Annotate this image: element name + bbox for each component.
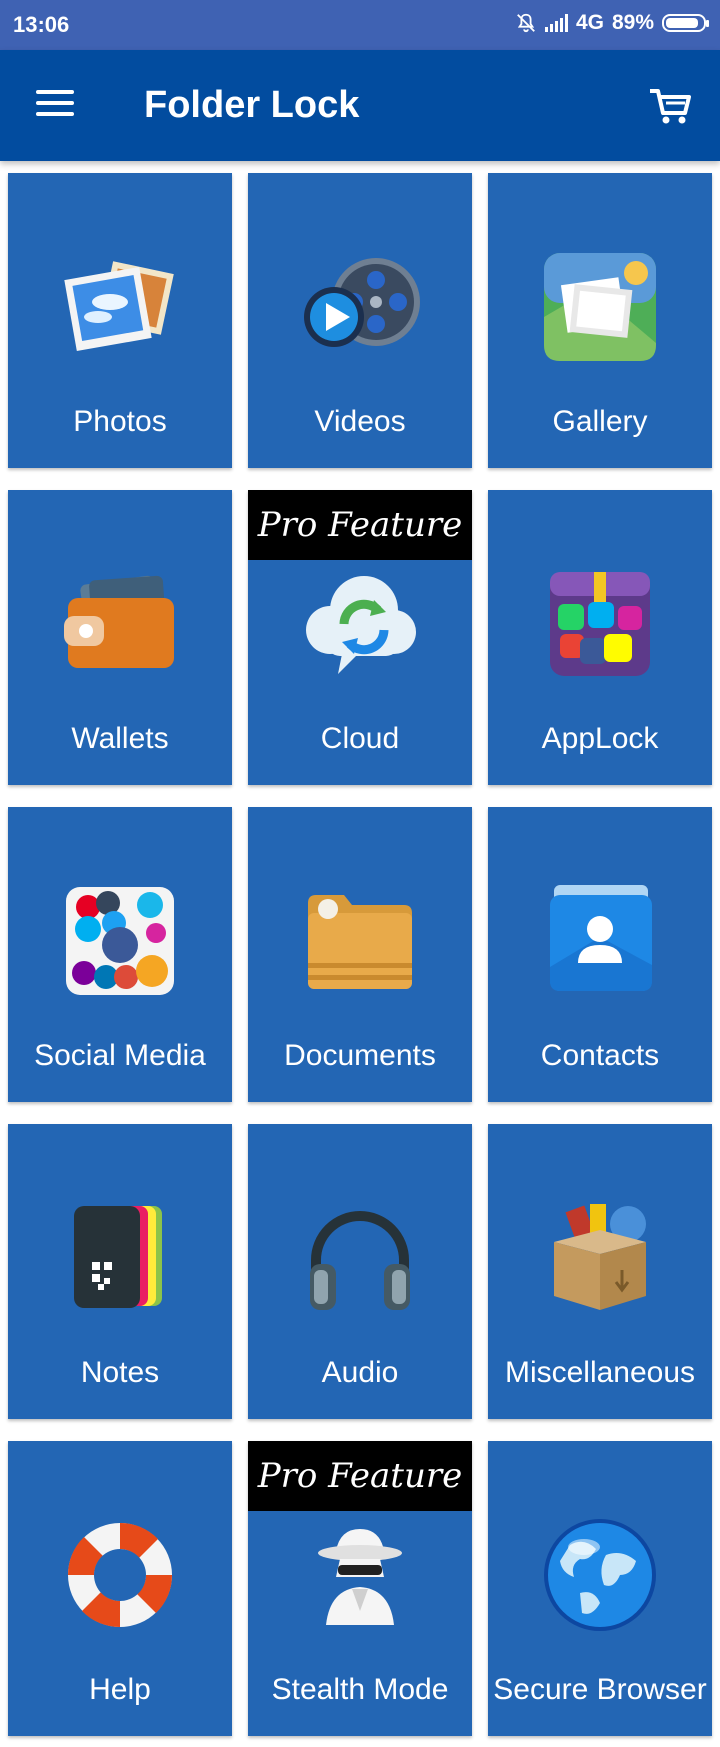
tile-label: Miscellaneous bbox=[504, 1356, 696, 1389]
tile-contacts[interactable]: Contacts bbox=[488, 807, 712, 1102]
box-icon bbox=[540, 1198, 660, 1318]
cart-icon[interactable] bbox=[648, 86, 692, 126]
tile-label: AppLock bbox=[541, 722, 659, 755]
wallet-icon bbox=[60, 564, 180, 684]
battery-icon bbox=[662, 14, 709, 32]
battery-percent: 89% bbox=[611, 11, 654, 34]
tile-audio[interactable]: Audio bbox=[248, 1124, 472, 1419]
tile-label: Contacts bbox=[540, 1039, 660, 1072]
tile-label: Audio bbox=[321, 1356, 399, 1389]
cloud-sync-icon bbox=[300, 564, 420, 684]
tile-label: Videos bbox=[314, 405, 406, 438]
lifebuoy-icon bbox=[60, 1515, 180, 1635]
tile-videos[interactable]: Videos bbox=[248, 173, 472, 468]
status-icons: 4G 89% bbox=[515, 11, 709, 35]
menu-icon[interactable] bbox=[36, 90, 74, 120]
tile-cloud[interactable]: Pro Feature Cloud bbox=[248, 490, 472, 785]
headphones-icon bbox=[300, 1198, 420, 1318]
status-time: 13:06 bbox=[13, 12, 70, 37]
globe-icon bbox=[540, 1515, 660, 1635]
page-title: Folder Lock bbox=[144, 84, 360, 126]
contacts-icon bbox=[540, 881, 660, 1001]
notes-icon bbox=[60, 1198, 180, 1318]
tile-notes[interactable]: Notes bbox=[8, 1124, 232, 1419]
tile-label: Cloud bbox=[320, 722, 400, 755]
tile-label: Notes bbox=[80, 1356, 160, 1389]
signal-icon bbox=[544, 14, 568, 32]
pro-feature-badge: Pro Feature bbox=[248, 490, 472, 560]
tile-gallery[interactable]: Gallery bbox=[488, 173, 712, 468]
feature-grid: Photos Videos Gallery Wallets Pro Featur… bbox=[8, 173, 712, 1736]
tile-label: Stealth Mode bbox=[271, 1673, 449, 1706]
tile-label: Photos bbox=[73, 405, 167, 438]
pro-feature-badge: Pro Feature bbox=[248, 1441, 472, 1511]
tile-applock[interactable]: AppLock bbox=[488, 490, 712, 785]
tile-label: Gallery bbox=[552, 405, 648, 438]
tile-label: Secure Browser bbox=[493, 1673, 707, 1706]
spy-icon bbox=[300, 1515, 420, 1635]
bell-off-icon bbox=[517, 13, 535, 33]
tile-documents[interactable]: Documents bbox=[248, 807, 472, 1102]
tile-stealth-mode[interactable]: Pro Feature Stealth Mode bbox=[248, 1441, 472, 1736]
applock-icon bbox=[540, 564, 660, 684]
tile-label: Documents bbox=[284, 1039, 436, 1072]
social-media-icon bbox=[60, 881, 180, 1001]
tile-label: Wallets bbox=[71, 722, 169, 755]
tile-help[interactable]: Help bbox=[8, 1441, 232, 1736]
tile-secure-browser[interactable]: Secure Browser bbox=[488, 1441, 712, 1736]
tile-label: Social Media bbox=[34, 1039, 206, 1072]
network-type: 4G bbox=[575, 11, 604, 34]
videos-icon bbox=[300, 247, 420, 367]
tile-wallets[interactable]: Wallets bbox=[8, 490, 232, 785]
status-bar: 13:06 4G 89% bbox=[0, 0, 720, 50]
folder-icon bbox=[300, 881, 420, 1001]
gallery-icon bbox=[540, 247, 660, 367]
tile-photos[interactable]: Photos bbox=[8, 173, 232, 468]
tile-label: Help bbox=[89, 1673, 151, 1706]
tile-miscellaneous[interactable]: Miscellaneous bbox=[488, 1124, 712, 1419]
tile-social-media[interactable]: Social Media bbox=[8, 807, 232, 1102]
photos-icon bbox=[60, 247, 180, 367]
app-bar: Folder Lock bbox=[0, 50, 720, 161]
